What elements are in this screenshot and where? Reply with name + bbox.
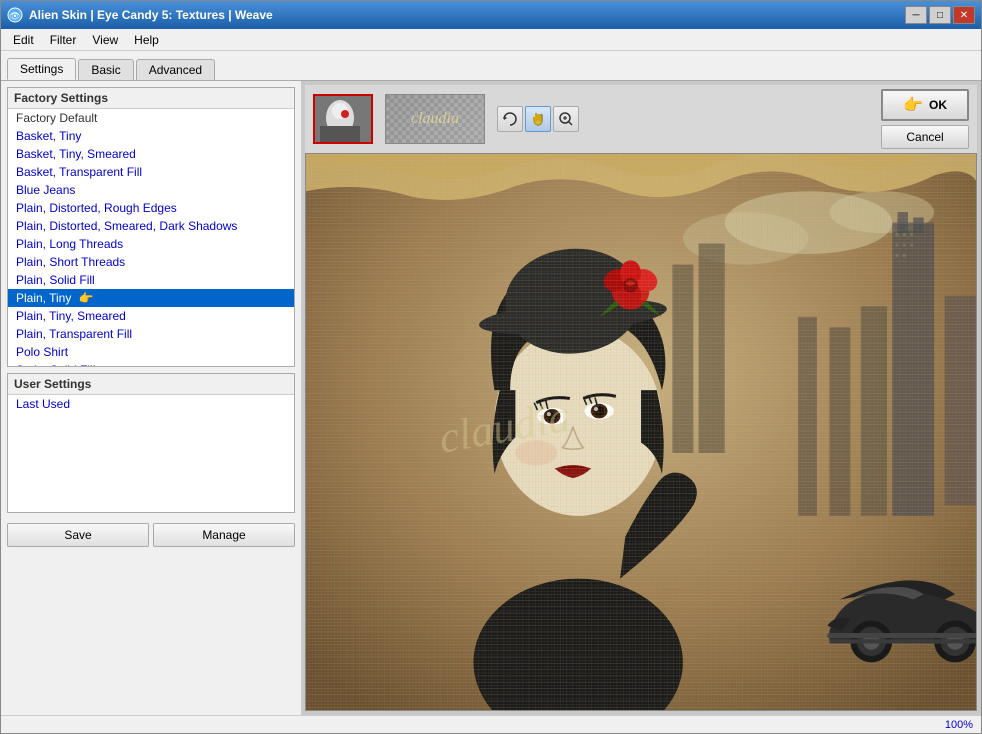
tab-advanced[interactable]: Advanced bbox=[136, 59, 215, 80]
maximize-button[interactable]: □ bbox=[929, 6, 951, 24]
ok-cancel-area: 👉 OK Cancel bbox=[881, 89, 969, 149]
right-panel: claudia bbox=[301, 81, 981, 715]
factory-settings-group: Factory Settings Factory Default Basket,… bbox=[7, 87, 295, 367]
user-settings-group: User Settings Last Used bbox=[7, 373, 295, 513]
ok-hand-icon: 👉 bbox=[903, 95, 923, 115]
reset-icon bbox=[502, 111, 518, 127]
title-bar-left: 👁 Alien Skin | Eye Candy 5: Textures | W… bbox=[7, 7, 273, 23]
reset-view-button[interactable] bbox=[497, 106, 523, 132]
list-item[interactable]: Factory Default bbox=[8, 109, 294, 127]
selection-arrow-icon: 👉 bbox=[79, 291, 94, 305]
user-settings-list: Last Used bbox=[8, 395, 294, 413]
list-item[interactable]: Satin, Solid Fill bbox=[8, 361, 294, 366]
close-button[interactable]: ✕ bbox=[953, 6, 975, 24]
factory-settings-header: Factory Settings bbox=[8, 88, 294, 109]
list-item[interactable]: Plain, Tiny, Smeared bbox=[8, 307, 294, 325]
user-settings-header: User Settings bbox=[8, 374, 294, 395]
left-panel: Factory Settings Factory Default Basket,… bbox=[1, 81, 301, 715]
cancel-button[interactable]: Cancel bbox=[881, 125, 969, 149]
menu-help[interactable]: Help bbox=[126, 31, 167, 49]
preview-thumbnail[interactable] bbox=[313, 94, 373, 144]
settings-list-container[interactable]: Factory Default Basket, Tiny Basket, Tin… bbox=[8, 109, 294, 366]
window-controls: ─ □ ✕ bbox=[905, 6, 975, 24]
zoom-button[interactable] bbox=[553, 106, 579, 132]
preview-toolbar: claudia bbox=[305, 85, 977, 153]
title-bar: 👁 Alien Skin | Eye Candy 5: Textures | W… bbox=[1, 1, 981, 29]
status-bar: 100% bbox=[1, 715, 981, 733]
tabs-bar: Settings Basic Advanced bbox=[1, 51, 981, 81]
toolbar-tools bbox=[497, 106, 579, 132]
list-item[interactable]: Plain, Distorted, Rough Edges bbox=[8, 199, 294, 217]
main-content: Factory Settings Factory Default Basket,… bbox=[1, 81, 981, 715]
list-item[interactable]: Plain, Short Threads bbox=[8, 253, 294, 271]
manage-button[interactable]: Manage bbox=[153, 523, 295, 547]
factory-settings-list: Factory Default Basket, Tiny Basket, Tin… bbox=[8, 109, 294, 366]
menu-edit[interactable]: Edit bbox=[5, 31, 42, 49]
list-item[interactable]: Basket, Tiny bbox=[8, 127, 294, 145]
ok-label: OK bbox=[929, 98, 947, 112]
list-item[interactable]: Basket, Tiny, Smeared bbox=[8, 145, 294, 163]
window-title: Alien Skin | Eye Candy 5: Textures | Wea… bbox=[29, 8, 273, 22]
minimize-button[interactable]: ─ bbox=[905, 6, 927, 24]
list-item[interactable]: Polo Shirt bbox=[8, 343, 294, 361]
list-item[interactable]: Plain, Solid Fill bbox=[8, 271, 294, 289]
zoom-icon bbox=[558, 111, 574, 127]
main-window: 👁 Alien Skin | Eye Candy 5: Textures | W… bbox=[0, 0, 982, 734]
app-icon: 👁 bbox=[7, 7, 23, 23]
hand-icon bbox=[530, 111, 546, 127]
preview-area: claudia bbox=[305, 153, 977, 711]
panel-buttons: Save Manage bbox=[7, 519, 295, 551]
save-button[interactable]: Save bbox=[7, 523, 149, 547]
list-item[interactable]: Plain, Long Threads bbox=[8, 235, 294, 253]
list-item-last-used[interactable]: Last Used bbox=[8, 395, 294, 413]
menu-filter[interactable]: Filter bbox=[42, 31, 85, 49]
tab-settings[interactable]: Settings bbox=[7, 58, 76, 80]
zoom-level: 100% bbox=[945, 719, 973, 731]
ok-button[interactable]: 👉 OK bbox=[881, 89, 969, 121]
menu-bar: Edit Filter View Help bbox=[1, 29, 981, 51]
weave-preview: claudia bbox=[385, 94, 485, 144]
list-item[interactable]: Blue Jeans bbox=[8, 181, 294, 199]
list-item-selected[interactable]: Plain, Tiny 👉 bbox=[8, 289, 294, 307]
list-item[interactable]: Plain, Distorted, Smeared, Dark Shadows bbox=[8, 217, 294, 235]
list-item[interactable]: Plain, Transparent Fill bbox=[8, 325, 294, 343]
menu-view[interactable]: View bbox=[84, 31, 126, 49]
pan-button[interactable] bbox=[525, 106, 551, 132]
watermark-text: claudia bbox=[411, 110, 459, 128]
svg-text:👁: 👁 bbox=[9, 11, 20, 21]
preview-image: claudia bbox=[306, 154, 976, 710]
tab-basic[interactable]: Basic bbox=[78, 59, 133, 80]
list-item[interactable]: Basket, Transparent Fill bbox=[8, 163, 294, 181]
